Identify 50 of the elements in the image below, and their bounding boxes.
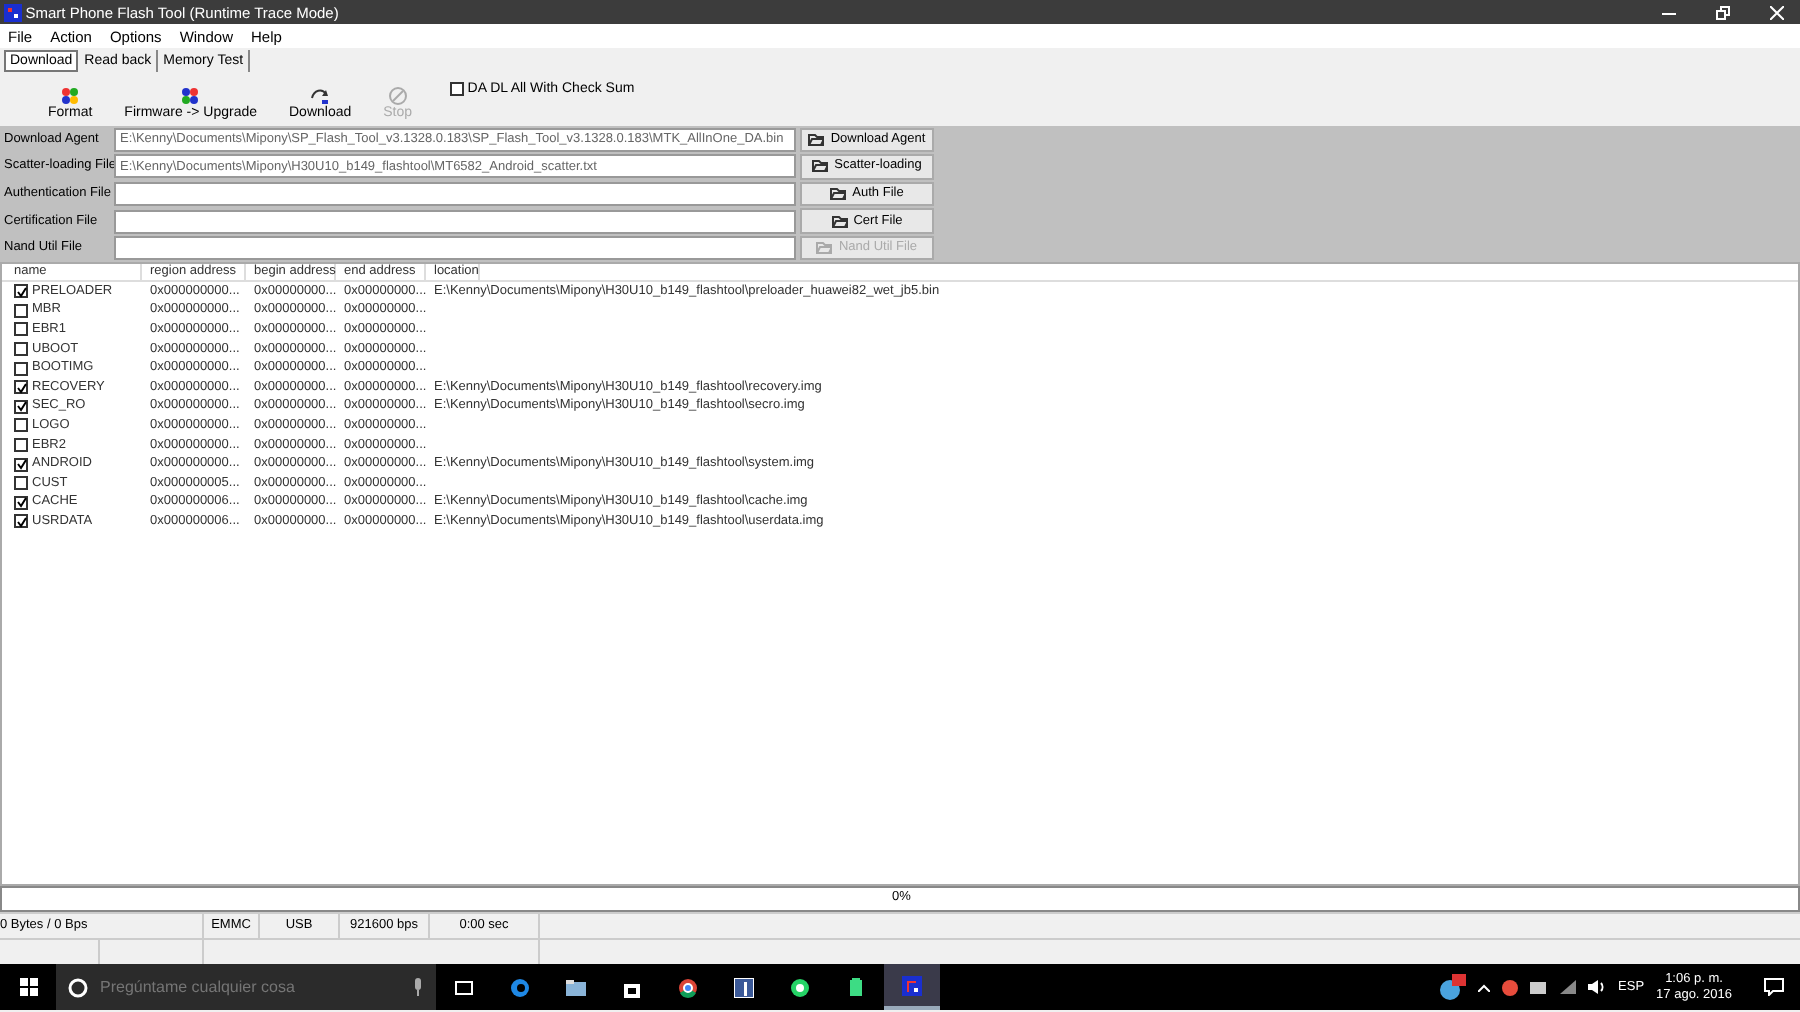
checkbox[interactable] bbox=[14, 361, 28, 376]
volume-icon[interactable] bbox=[1588, 980, 1607, 994]
checkbox[interactable] bbox=[14, 514, 28, 529]
folder-icon bbox=[816, 242, 833, 255]
task-view-icon bbox=[454, 977, 474, 997]
chat-icon bbox=[790, 977, 810, 997]
checkbox[interactable] bbox=[14, 284, 28, 299]
checkbox[interactable] bbox=[14, 495, 28, 510]
search-field[interactable]: Pregúntame cualquier cosa bbox=[96, 975, 404, 999]
browser-icon bbox=[510, 977, 530, 997]
microphone-icon bbox=[412, 978, 424, 996]
checkbox[interactable] bbox=[450, 82, 465, 97]
check-icon bbox=[15, 285, 27, 298]
status-icon[interactable] bbox=[1502, 979, 1519, 995]
download-icon bbox=[310, 85, 331, 106]
checkbox[interactable] bbox=[14, 322, 28, 337]
restore-icon[interactable] bbox=[1716, 5, 1730, 19]
checkbox[interactable] bbox=[14, 380, 28, 395]
cortana-icon bbox=[68, 977, 88, 997]
folder-icon bbox=[831, 215, 848, 228]
checkbox[interactable] bbox=[14, 438, 28, 453]
update-icon[interactable] bbox=[1438, 974, 1467, 1000]
android-icon bbox=[846, 977, 866, 997]
format-icon bbox=[60, 85, 81, 106]
checkbox[interactable] bbox=[14, 476, 28, 491]
checkbox[interactable] bbox=[14, 342, 28, 357]
browser-icon bbox=[678, 977, 698, 997]
windows-icon bbox=[19, 978, 37, 996]
checkbox[interactable] bbox=[14, 457, 28, 472]
check-icon bbox=[15, 458, 27, 471]
stop-icon bbox=[387, 85, 408, 106]
checkbox[interactable] bbox=[14, 418, 28, 433]
upgrade-icon bbox=[180, 85, 201, 106]
facebook-app-icon bbox=[734, 977, 754, 997]
folder-icon bbox=[812, 160, 829, 173]
checkbox[interactable] bbox=[14, 399, 28, 414]
file-path-field[interactable] bbox=[114, 236, 796, 261]
folder-icon bbox=[808, 133, 825, 146]
file-path-field[interactable] bbox=[114, 181, 796, 206]
folder-icon bbox=[830, 187, 847, 200]
search-box[interactable]: Pregúntame cualquier cosa bbox=[56, 964, 436, 1010]
close-icon[interactable] bbox=[1770, 5, 1784, 19]
flash-tool-icon bbox=[902, 975, 922, 995]
battery-icon[interactable] bbox=[1530, 981, 1549, 993]
folder-icon bbox=[566, 977, 586, 997]
network-icon[interactable] bbox=[1560, 980, 1577, 994]
chevron-up-icon[interactable] bbox=[1478, 983, 1491, 991]
file-path-field[interactable] bbox=[114, 209, 796, 234]
checkbox[interactable] bbox=[14, 303, 28, 318]
notifications-icon[interactable] bbox=[1764, 978, 1784, 996]
